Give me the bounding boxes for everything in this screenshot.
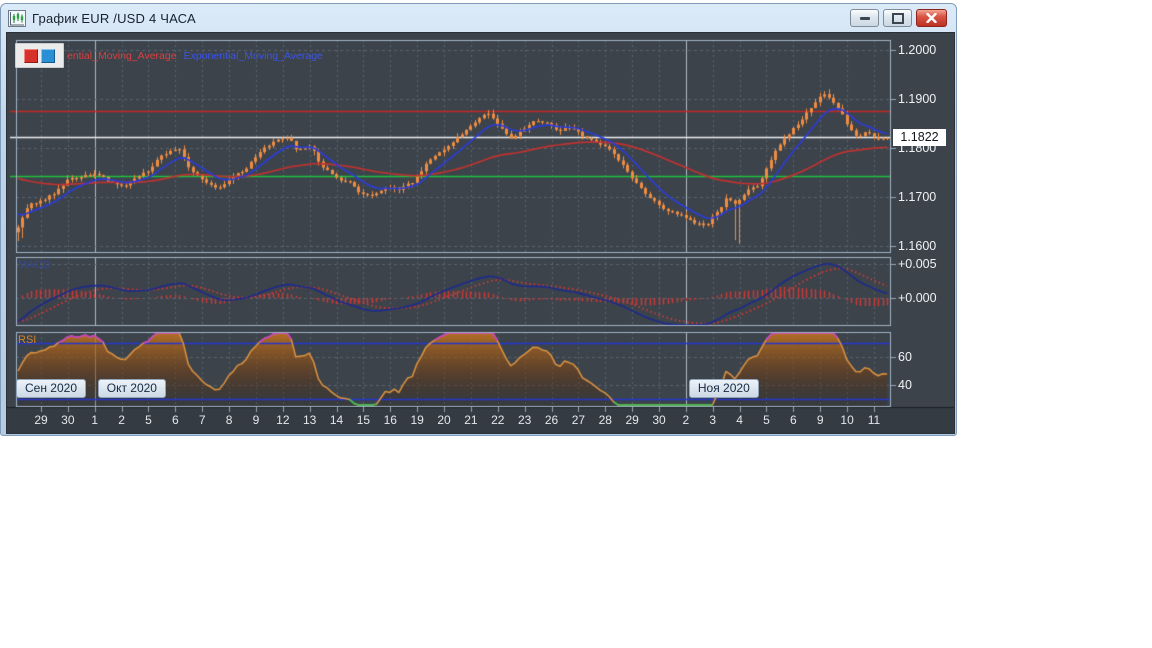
time-axis-label: 9 xyxy=(252,413,260,427)
minimize-button[interactable] xyxy=(850,9,879,27)
price-axis-label: 1.2000 xyxy=(898,43,937,57)
time-axis-label: 29 xyxy=(625,413,639,427)
time-axis-label: 15 xyxy=(356,413,371,427)
rsi-panel-label: RSI xyxy=(18,334,37,346)
time-axis-label: 3 xyxy=(709,413,717,427)
macd-panel-label: MACD xyxy=(18,259,51,271)
macd-axis-label: +0.005 xyxy=(898,257,937,271)
time-axis-label: 1 xyxy=(91,413,99,427)
time-axis-label: 22 xyxy=(491,413,505,427)
ema-red-legend-label: ential_Moving_Average xyxy=(67,49,177,62)
window-title: График EUR /USD 4 ЧАСА xyxy=(32,10,196,26)
candlestick-chart-icon xyxy=(8,9,26,27)
time-axis-label: 7 xyxy=(198,413,206,427)
time-axis-label: 9 xyxy=(816,413,824,427)
time-axis-label: 20 xyxy=(437,413,451,427)
close-icon xyxy=(926,13,937,23)
time-axis-label: 5 xyxy=(145,413,152,427)
price-axis-label: 1.1900 xyxy=(898,92,937,106)
time-axis-label: 30 xyxy=(61,413,75,427)
price-axis-label: 1.1600 xyxy=(898,239,937,253)
month-marker: Сен 2020 xyxy=(16,379,86,398)
time-axis-label: 11 xyxy=(867,413,881,427)
maximize-button[interactable] xyxy=(883,9,912,27)
price-chart-canvas[interactable] xyxy=(7,33,954,433)
month-marker: Окт 2020 xyxy=(97,379,166,398)
time-axis-label: 30 xyxy=(652,413,666,427)
time-axis-label: 5 xyxy=(763,413,770,427)
time-axis-label: 13 xyxy=(303,413,317,427)
time-axis-label: 14 xyxy=(329,413,344,427)
ema-blue-legend-label: Exponential_Moving_Average xyxy=(183,49,323,62)
time-axis-label: 21 xyxy=(464,413,478,427)
time-axis-label: 2 xyxy=(682,413,690,427)
time-axis-label: 16 xyxy=(383,413,397,427)
rsi-axis-label: 60 xyxy=(898,350,912,364)
chart-window: График EUR /USD 4 ЧАСА ential_Moving_Ave xyxy=(0,3,957,436)
chart-client-area: ential_Moving_Average Exponential_Moving… xyxy=(6,32,955,434)
time-axis-label: 10 xyxy=(840,413,854,427)
red-indicator-swatch-icon[interactable] xyxy=(24,48,38,63)
time-axis-label: 23 xyxy=(517,413,532,427)
time-axis-label: 8 xyxy=(225,413,233,427)
time-axis-label: 28 xyxy=(598,413,612,427)
macd-axis-label: +0.000 xyxy=(898,291,937,305)
time-axis-label: 26 xyxy=(544,413,559,427)
maximize-icon xyxy=(891,12,904,24)
close-button[interactable] xyxy=(916,9,947,27)
window-controls xyxy=(850,9,947,27)
indicator-legend: ential_Moving_Average Exponential_Moving… xyxy=(15,43,323,68)
time-axis-label: 19 xyxy=(410,413,424,427)
indicator-toggle-buttons[interactable] xyxy=(15,43,64,68)
time-axis-label: 12 xyxy=(276,413,290,427)
current-price-tag: 1.1822 xyxy=(893,128,946,146)
time-axis-label: 27 xyxy=(571,413,586,427)
time-axis-label: 2 xyxy=(118,413,125,427)
time-axis-label: 29 xyxy=(34,413,48,427)
month-marker: Ноя 2020 xyxy=(688,379,759,398)
minimize-icon xyxy=(859,16,870,20)
rsi-axis-label: 40 xyxy=(898,378,912,392)
time-axis-label: 6 xyxy=(790,413,797,427)
price-axis-label: 1.1700 xyxy=(898,190,937,204)
title-bar[interactable]: График EUR /USD 4 ЧАСА xyxy=(1,4,956,32)
time-axis-label: 4 xyxy=(736,413,743,427)
time-axis-label: 6 xyxy=(172,413,179,427)
blue-indicator-swatch-icon[interactable] xyxy=(41,48,55,63)
